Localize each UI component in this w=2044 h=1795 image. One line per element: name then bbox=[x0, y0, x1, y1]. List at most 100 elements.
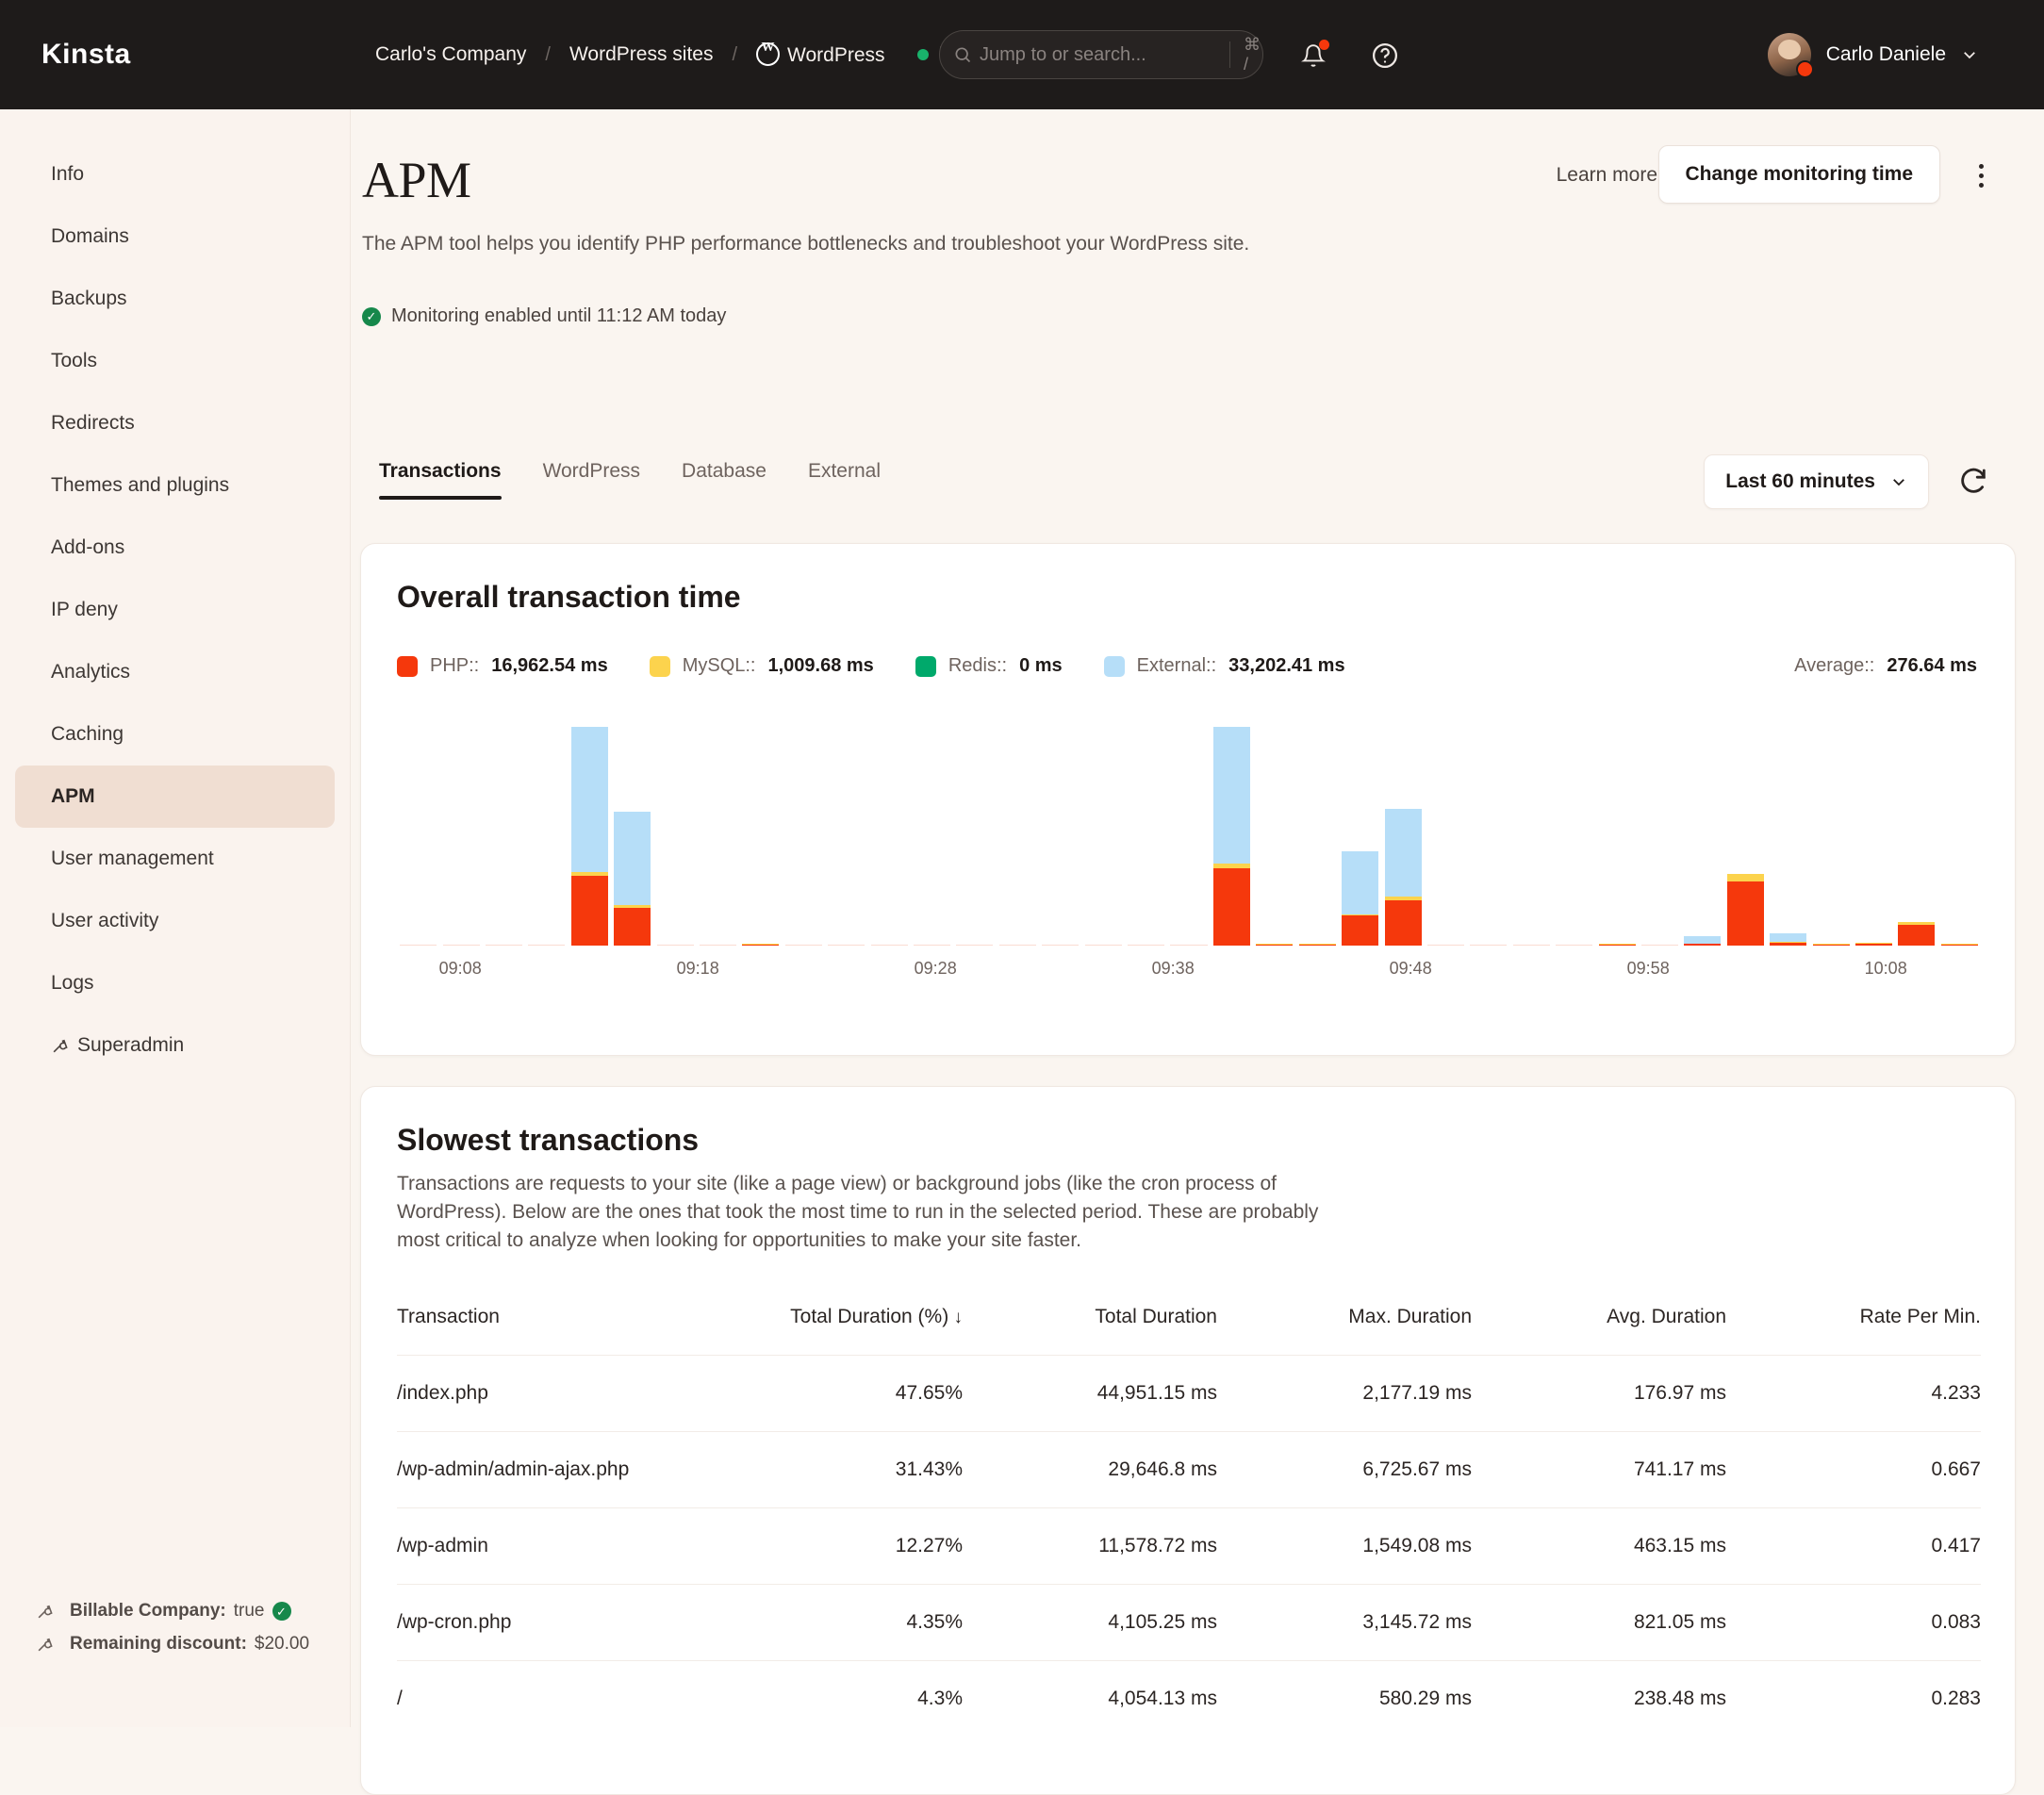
chart-bar[interactable] bbox=[1813, 944, 1850, 946]
sidebar-item-ip-deny[interactable]: IP deny bbox=[15, 579, 335, 641]
chart-bar-segment-mysql bbox=[1727, 874, 1764, 881]
chart-bar-segment-php bbox=[571, 876, 608, 946]
overall-transaction-time-card: Overall transaction time PHP::16,962.54 … bbox=[360, 543, 2016, 1056]
sidebar-item-superadmin[interactable]: Superadmin bbox=[15, 1014, 335, 1077]
chart-bar-segment-php bbox=[1342, 915, 1378, 946]
chart-average: Average:: 276.64 ms bbox=[1794, 655, 1977, 677]
search-input[interactable] bbox=[980, 44, 1229, 66]
chart-bar[interactable] bbox=[571, 727, 608, 946]
chart-bar[interactable] bbox=[1941, 944, 1978, 946]
chart-bar-segment-php bbox=[1727, 881, 1764, 946]
legend-swatch bbox=[650, 656, 670, 677]
cell-transaction: /index.php bbox=[397, 1356, 708, 1432]
column-header-rate-per-min[interactable]: Rate Per Min. bbox=[1726, 1306, 1981, 1356]
chart-bar[interactable] bbox=[1342, 851, 1378, 946]
tab-external[interactable]: External bbox=[787, 460, 901, 500]
x-axis-tick: 09:28 bbox=[915, 959, 957, 979]
chart-bar[interactable] bbox=[1727, 874, 1764, 946]
chart-bar[interactable] bbox=[1256, 944, 1293, 946]
cell-avg-duration: 463.15 ms bbox=[1472, 1508, 1726, 1585]
breadcrumb-item-sites[interactable]: WordPress sites bbox=[569, 43, 714, 66]
chart-bar-empty bbox=[1042, 945, 1079, 946]
chart-bar-empty bbox=[1513, 945, 1550, 946]
user-menu[interactable]: Carlo Daniele bbox=[1768, 30, 1978, 79]
sidebar-item-label: Domains bbox=[51, 225, 129, 248]
legend-value: 16,962.54 ms bbox=[491, 655, 607, 677]
page-description: The APM tool helps you identify PHP perf… bbox=[362, 228, 1267, 260]
chart-bar-empty bbox=[486, 945, 522, 946]
column-header-max-duration[interactable]: Max. Duration bbox=[1217, 1306, 1472, 1356]
billable-company-row: Billable Company: true ✓ bbox=[36, 1601, 351, 1622]
chart-bar-segment-php bbox=[1941, 945, 1978, 946]
slowest-transactions-card: Slowest transactions Transactions are re… bbox=[360, 1086, 2016, 1795]
chart-bar[interactable] bbox=[1599, 944, 1636, 946]
notifications-button[interactable] bbox=[1295, 38, 1331, 74]
more-options-button[interactable] bbox=[1965, 156, 1997, 194]
x-axis-tick: 10:08 bbox=[1865, 959, 1907, 979]
sidebar-item-themes-and-plugins[interactable]: Themes and plugins bbox=[15, 454, 335, 517]
sidebar-item-label: IP deny bbox=[51, 599, 118, 621]
sidebar-item-tools[interactable]: Tools bbox=[15, 330, 335, 392]
tab-wordpress[interactable]: WordPress bbox=[522, 460, 661, 500]
legend-item-redis[interactable]: Redis::0 ms bbox=[915, 655, 1063, 677]
chart-bar[interactable] bbox=[1213, 727, 1250, 946]
chart-bar[interactable] bbox=[1770, 933, 1806, 946]
legend-item-external[interactable]: External::33,202.41 ms bbox=[1104, 655, 1345, 677]
tab-transactions[interactable]: Transactions bbox=[362, 460, 522, 500]
sort-descending-icon: ↓ bbox=[948, 1308, 963, 1327]
legend-label: External:: bbox=[1137, 655, 1216, 677]
sidebar-item-label: Info bbox=[51, 163, 84, 186]
chart-bar[interactable] bbox=[1898, 922, 1935, 946]
column-header-transaction[interactable]: Transaction bbox=[397, 1306, 708, 1356]
kinsta-logo[interactable]: Kinsta bbox=[41, 39, 131, 71]
cell-total-pct: 12.27% bbox=[708, 1508, 963, 1585]
sidebar-item-logs[interactable]: Logs bbox=[15, 952, 335, 1014]
legend-item-php[interactable]: PHP::16,962.54 ms bbox=[397, 655, 608, 677]
sidebar-item-info[interactable]: Info bbox=[15, 143, 335, 206]
table-row[interactable]: /wp-cron.php4.35%4,105.25 ms3,145.72 ms8… bbox=[397, 1585, 1981, 1661]
change-monitoring-time-button[interactable]: Change monitoring time bbox=[1658, 145, 1941, 204]
chart-bar[interactable] bbox=[742, 944, 779, 946]
refresh-button[interactable] bbox=[1957, 464, 1989, 496]
sidebar-item-label: User management bbox=[51, 848, 214, 870]
sidebar-item-user-management[interactable]: User management bbox=[15, 828, 335, 890]
breadcrumb-item-site[interactable]: WordPress bbox=[756, 42, 884, 67]
sidebar-item-domains[interactable]: Domains bbox=[15, 206, 335, 268]
sidebar-item-backups[interactable]: Backups bbox=[15, 268, 335, 330]
legend-value: 1,009.68 ms bbox=[767, 655, 873, 677]
table-row[interactable]: /wp-admin/admin-ajax.php31.43%29,646.8 m… bbox=[397, 1432, 1981, 1508]
time-range-select[interactable]: Last 60 minutes bbox=[1704, 454, 1929, 509]
chart-bar[interactable] bbox=[1299, 944, 1336, 946]
column-header-total-duration[interactable]: Total Duration (%) ↓ bbox=[708, 1306, 963, 1356]
cell-total-duration: 4,105.25 ms bbox=[963, 1585, 1217, 1661]
table-row[interactable]: /index.php47.65%44,951.15 ms2,177.19 ms1… bbox=[397, 1356, 1981, 1432]
sidebar-item-caching[interactable]: Caching bbox=[15, 703, 335, 766]
column-header-total-duration[interactable]: Total Duration bbox=[963, 1306, 1217, 1356]
table-row[interactable]: /4.3%4,054.13 ms580.29 ms238.48 ms0.283 bbox=[397, 1661, 1981, 1737]
column-header-avg-duration[interactable]: Avg. Duration bbox=[1472, 1306, 1726, 1356]
sidebar-item-add-ons[interactable]: Add-ons bbox=[15, 517, 335, 579]
tab-database[interactable]: Database bbox=[661, 460, 787, 500]
chart-bar[interactable] bbox=[1855, 943, 1892, 946]
chart-bar-empty bbox=[1556, 945, 1592, 946]
chart-bar-segment-external bbox=[614, 812, 651, 905]
chart-bar[interactable] bbox=[614, 812, 651, 946]
sidebar-item-label: Tools bbox=[51, 350, 97, 372]
sidebar-item-redirects[interactable]: Redirects bbox=[15, 392, 335, 454]
sidebar-item-analytics[interactable]: Analytics bbox=[15, 641, 335, 703]
sidebar-item-user-activity[interactable]: User activity bbox=[15, 890, 335, 952]
breadcrumb-site-label: WordPress bbox=[787, 44, 884, 66]
chart-bar-empty bbox=[1641, 945, 1678, 946]
chart-bar[interactable] bbox=[1385, 809, 1422, 946]
cell-avg-duration: 821.05 ms bbox=[1472, 1585, 1726, 1661]
help-button[interactable] bbox=[1367, 38, 1403, 74]
sidebar-item-apm[interactable]: APM bbox=[15, 766, 335, 828]
breadcrumb-item-company[interactable]: Carlo's Company bbox=[375, 43, 526, 66]
chart-bar[interactable] bbox=[1684, 936, 1721, 946]
remaining-discount-row: Remaining discount: $20.00 bbox=[36, 1634, 351, 1655]
global-search[interactable]: ⌘ / bbox=[939, 30, 1263, 79]
legend-item-mysql[interactable]: MySQL::1,009.68 ms bbox=[650, 655, 874, 677]
sidebar-item-label: Caching bbox=[51, 723, 124, 746]
cell-transaction: / bbox=[397, 1661, 708, 1737]
table-row[interactable]: /wp-admin12.27%11,578.72 ms1,549.08 ms46… bbox=[397, 1508, 1981, 1585]
